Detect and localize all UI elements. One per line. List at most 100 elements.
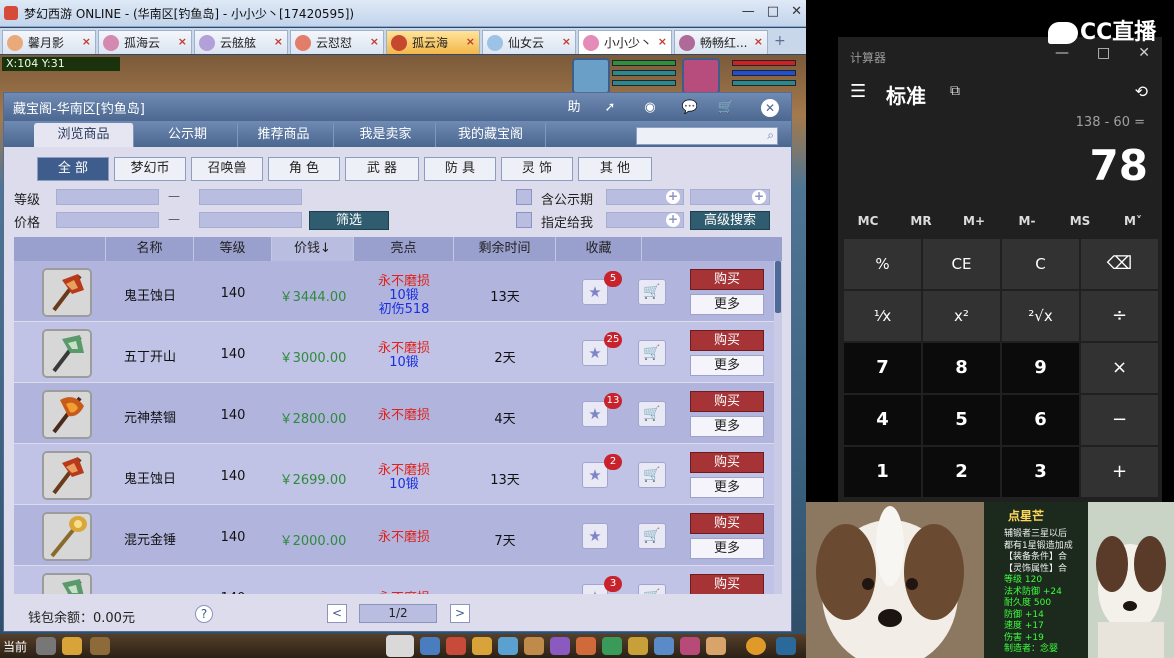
calc-key[interactable]: 9 — [1002, 343, 1079, 393]
close-tab-icon[interactable]: × — [562, 35, 571, 48]
history-icon[interactable]: ⟲ — [1135, 82, 1148, 101]
memory-key[interactable]: M- — [1001, 214, 1053, 228]
record-icon[interactable]: ◉ — [638, 97, 662, 119]
map-icon[interactable] — [776, 637, 796, 655]
close-window-icon[interactable]: ✕ — [791, 4, 802, 19]
column-favorite[interactable]: 收藏 — [556, 237, 642, 261]
pet-menu-icon[interactable] — [550, 637, 570, 655]
item-icon[interactable] — [42, 268, 92, 317]
calc-key[interactable]: − — [1081, 395, 1158, 445]
buy-button[interactable]: 购买 — [690, 513, 764, 534]
item-icon[interactable] — [42, 329, 92, 378]
calc-key[interactable]: × — [1081, 343, 1158, 393]
player-tab[interactable]: 仙女云 × — [482, 30, 576, 54]
search-input[interactable]: ⌕ — [636, 127, 778, 145]
calc-key[interactable]: C — [1002, 239, 1079, 289]
level-max-input[interactable] — [199, 189, 302, 205]
hamburger-menu-icon[interactable]: ☰ — [850, 81, 866, 102]
buy-button[interactable]: 购买 — [690, 330, 764, 351]
close-tab-icon[interactable]: × — [274, 35, 283, 48]
category-characters[interactable]: 角 色 — [268, 157, 340, 181]
advanced-search-button[interactable]: 高级搜索 — [690, 211, 770, 230]
plus-icon[interactable]: + — [666, 213, 680, 227]
quest-icon[interactable] — [576, 637, 596, 655]
calc-key[interactable]: 7 — [844, 343, 921, 393]
close-tab-icon[interactable]: × — [370, 35, 379, 48]
more-button[interactable]: 更多 — [690, 294, 764, 315]
price-min-input[interactable] — [56, 212, 159, 228]
bag-icon[interactable] — [446, 637, 466, 655]
close-tab-icon[interactable]: × — [178, 35, 187, 48]
keep-on-top-icon[interactable]: ⧉ — [950, 83, 960, 99]
table-scrollbar[interactable] — [774, 261, 782, 594]
add-to-cart-icon[interactable]: 🛒 — [638, 279, 666, 305]
category-pets[interactable]: 召唤兽 — [191, 157, 263, 181]
guild-icon[interactable] — [602, 637, 622, 655]
more-button[interactable]: 更多 — [690, 538, 764, 559]
calc-key[interactable]: ⌫ — [1081, 239, 1158, 289]
add-to-cart-icon[interactable]: 🛒 — [638, 584, 666, 594]
column-name[interactable]: 名称 — [106, 237, 194, 261]
calc-key[interactable]: 8 — [923, 343, 1000, 393]
minimize-icon[interactable]: — — [1055, 45, 1069, 61]
add-to-cart-icon[interactable]: 🛒 — [638, 462, 666, 488]
attack-icon[interactable] — [420, 637, 440, 655]
tab-my-pavilion[interactable]: 我的藏宝阁 — [436, 123, 546, 147]
close-icon[interactable]: ✕ — [1138, 45, 1150, 61]
column-highlight[interactable]: 亮点 — [354, 237, 454, 261]
menu-icon[interactable] — [90, 637, 110, 655]
column-price[interactable]: 价钱↓ — [272, 237, 354, 261]
assign-to-me-checkbox[interactable] — [516, 212, 532, 228]
more-button[interactable]: 更多 — [690, 355, 764, 376]
calc-key[interactable]: ÷ — [1081, 291, 1158, 341]
close-tab-icon[interactable]: × — [754, 35, 763, 48]
close-tab-icon[interactable]: × — [466, 35, 475, 48]
shopping-cart-icon[interactable]: 🛒 — [714, 97, 738, 119]
item-icon[interactable] — [42, 451, 92, 500]
plus-icon[interactable]: + — [752, 190, 766, 204]
close-tab-icon[interactable]: × — [658, 35, 667, 48]
mic-icon[interactable] — [36, 637, 56, 655]
category-all[interactable]: 全 部 — [37, 157, 109, 181]
next-page-button[interactable]: > — [450, 604, 470, 623]
calc-key[interactable]: x² — [923, 291, 1000, 341]
help-button[interactable]: 助 — [562, 97, 586, 119]
memory-key[interactable]: MC — [842, 214, 894, 228]
trade-icon[interactable] — [498, 637, 518, 655]
filter-button[interactable]: 筛选 — [309, 211, 389, 230]
category-accessories[interactable]: 灵 饰 — [501, 157, 573, 181]
buy-button[interactable]: 购买 — [690, 269, 764, 290]
column-level[interactable]: 等级 — [194, 237, 272, 261]
public-period-checkbox[interactable] — [516, 189, 532, 205]
player-portrait[interactable] — [682, 58, 720, 94]
maximize-icon[interactable]: □ — [767, 4, 779, 19]
close-tab-icon[interactable]: × — [82, 35, 91, 48]
player-tab[interactable]: 畅畅红... × — [674, 30, 768, 54]
tab-seller[interactable]: 我是卖家 — [336, 123, 436, 147]
tab-recommended[interactable]: 推荐商品 — [234, 123, 334, 147]
team-icon[interactable] — [524, 637, 544, 655]
sun-icon[interactable] — [746, 637, 766, 655]
table-row[interactable]: 五丁开山 140 ￥3000.00 永不磨损 10锻 2天 ★ 25 🛒 购买 更多 — [14, 322, 774, 382]
friend-icon[interactable] — [654, 637, 674, 655]
column-remaining[interactable]: 剩余时间 — [454, 237, 556, 261]
table-row[interactable]: 五丁开山140￥1999.00永不磨损1天★3🛒购买更多 — [14, 566, 774, 594]
player-tab[interactable]: 孤云海 × — [386, 30, 480, 54]
add-to-cart-icon[interactable]: 🛒 — [638, 340, 666, 366]
prev-page-button[interactable]: < — [327, 604, 347, 623]
tab-browse[interactable]: 浏览商品 — [34, 123, 134, 147]
category-armor[interactable]: 防 具 — [424, 157, 496, 181]
player-tab-active[interactable]: 小小少丶 × — [578, 30, 672, 54]
memory-key[interactable]: M+ — [948, 214, 1000, 228]
skill-icon[interactable] — [628, 637, 648, 655]
plus-icon[interactable]: + — [666, 190, 680, 204]
category-weapons[interactable]: 武 器 — [345, 157, 419, 181]
scrollbar-thumb[interactable] — [775, 261, 781, 313]
buy-button[interactable]: 购买 — [690, 452, 764, 473]
calc-key[interactable]: 3 — [1002, 447, 1079, 497]
event-icon[interactable] — [680, 637, 700, 655]
calc-key[interactable]: 5 — [923, 395, 1000, 445]
buy-button[interactable]: 购买 — [690, 391, 764, 412]
tab-public[interactable]: 公示期 — [138, 123, 238, 147]
player-tab[interactable]: 云舷舷 × — [194, 30, 288, 54]
